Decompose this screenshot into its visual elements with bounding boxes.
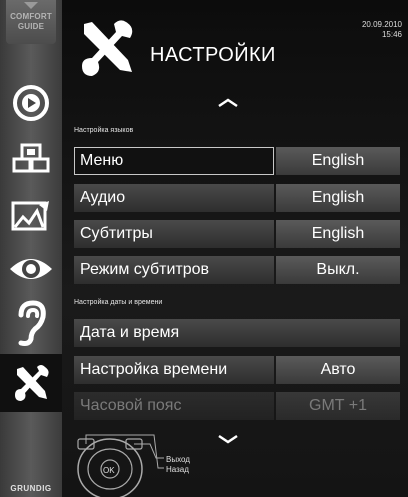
row-value: GMT +1	[276, 392, 400, 420]
eye-icon	[10, 259, 52, 279]
date-text: 20.09.2010	[361, 20, 402, 29]
row-timezone: Часовой пояс GMT +1	[74, 392, 400, 420]
row-label: Режим субтитров	[74, 256, 274, 284]
sidebar-item-source[interactable]	[6, 82, 56, 124]
guide-label-line2: GUIDE	[17, 22, 45, 31]
row-value[interactable]: English	[276, 220, 400, 248]
clock: 20.09.2010 15:46	[362, 20, 402, 40]
sidebar-item-ear[interactable]	[6, 300, 56, 346]
row-value[interactable]: English	[276, 184, 400, 212]
legend-exit: Выход	[166, 455, 190, 464]
source-icon	[13, 85, 49, 121]
sidebar-item-eye[interactable]	[6, 248, 56, 290]
remote-legend-graphic	[77, 434, 164, 497]
row-label: Аудио	[74, 184, 274, 212]
ear-icon	[18, 300, 46, 346]
picture-icon	[12, 143, 50, 173]
sidebar-item-settings[interactable]	[0, 354, 62, 412]
row-label: Настройка времени	[74, 356, 274, 384]
row-label: Дата и время	[74, 319, 400, 347]
settings-panel: НАСТРОЙКИ 20.09.2010 15:46 Настройка язы…	[62, 0, 408, 497]
time-text: 15:46	[381, 30, 402, 39]
comfort-guide-tab[interactable]: COMFORT GUIDE	[6, 0, 56, 44]
row-subtitle-language[interactable]: Субтитры English	[74, 220, 400, 248]
section-language: Настройка языков	[74, 127, 134, 134]
row-label: Субтитры	[74, 220, 274, 248]
legend-back: Назад	[166, 465, 189, 474]
tools-icon	[15, 365, 49, 401]
section-datetime: Настройка даты и времени	[74, 299, 163, 306]
row-label: Меню	[74, 147, 274, 175]
ok-button-label: OK	[103, 466, 115, 475]
row-audio-language[interactable]: Аудио English	[74, 184, 400, 212]
row-subtitle-mode[interactable]: Режим субтитров Выкл.	[74, 256, 400, 284]
page-title: НАСТРОЙКИ	[150, 44, 276, 66]
settings-header-icon	[76, 18, 138, 85]
row-value[interactable]: English	[276, 147, 400, 175]
sidebar-item-photo[interactable]	[6, 196, 56, 238]
row-date-time[interactable]: Дата и время	[74, 319, 400, 347]
guide-arrow-icon	[24, 2, 38, 9]
guide-label-line1: COMFORT	[10, 12, 52, 21]
tools-icon	[82, 20, 133, 76]
row-menu-language[interactable]: Меню English	[74, 147, 400, 175]
sidebar: COMFORT GUIDE GRUNDIG	[0, 0, 62, 497]
sidebar-item-picture[interactable]	[6, 140, 56, 182]
photo-icon	[11, 201, 49, 231]
brand-logo: GRUNDIG	[10, 484, 52, 493]
row-label: Часовой пояс	[74, 392, 274, 420]
row-value[interactable]: Авто	[276, 356, 400, 384]
row-time-setting[interactable]: Настройка времени Авто	[74, 356, 400, 384]
scroll-up-icon[interactable]	[217, 98, 239, 108]
row-value[interactable]: Выкл.	[276, 256, 400, 284]
